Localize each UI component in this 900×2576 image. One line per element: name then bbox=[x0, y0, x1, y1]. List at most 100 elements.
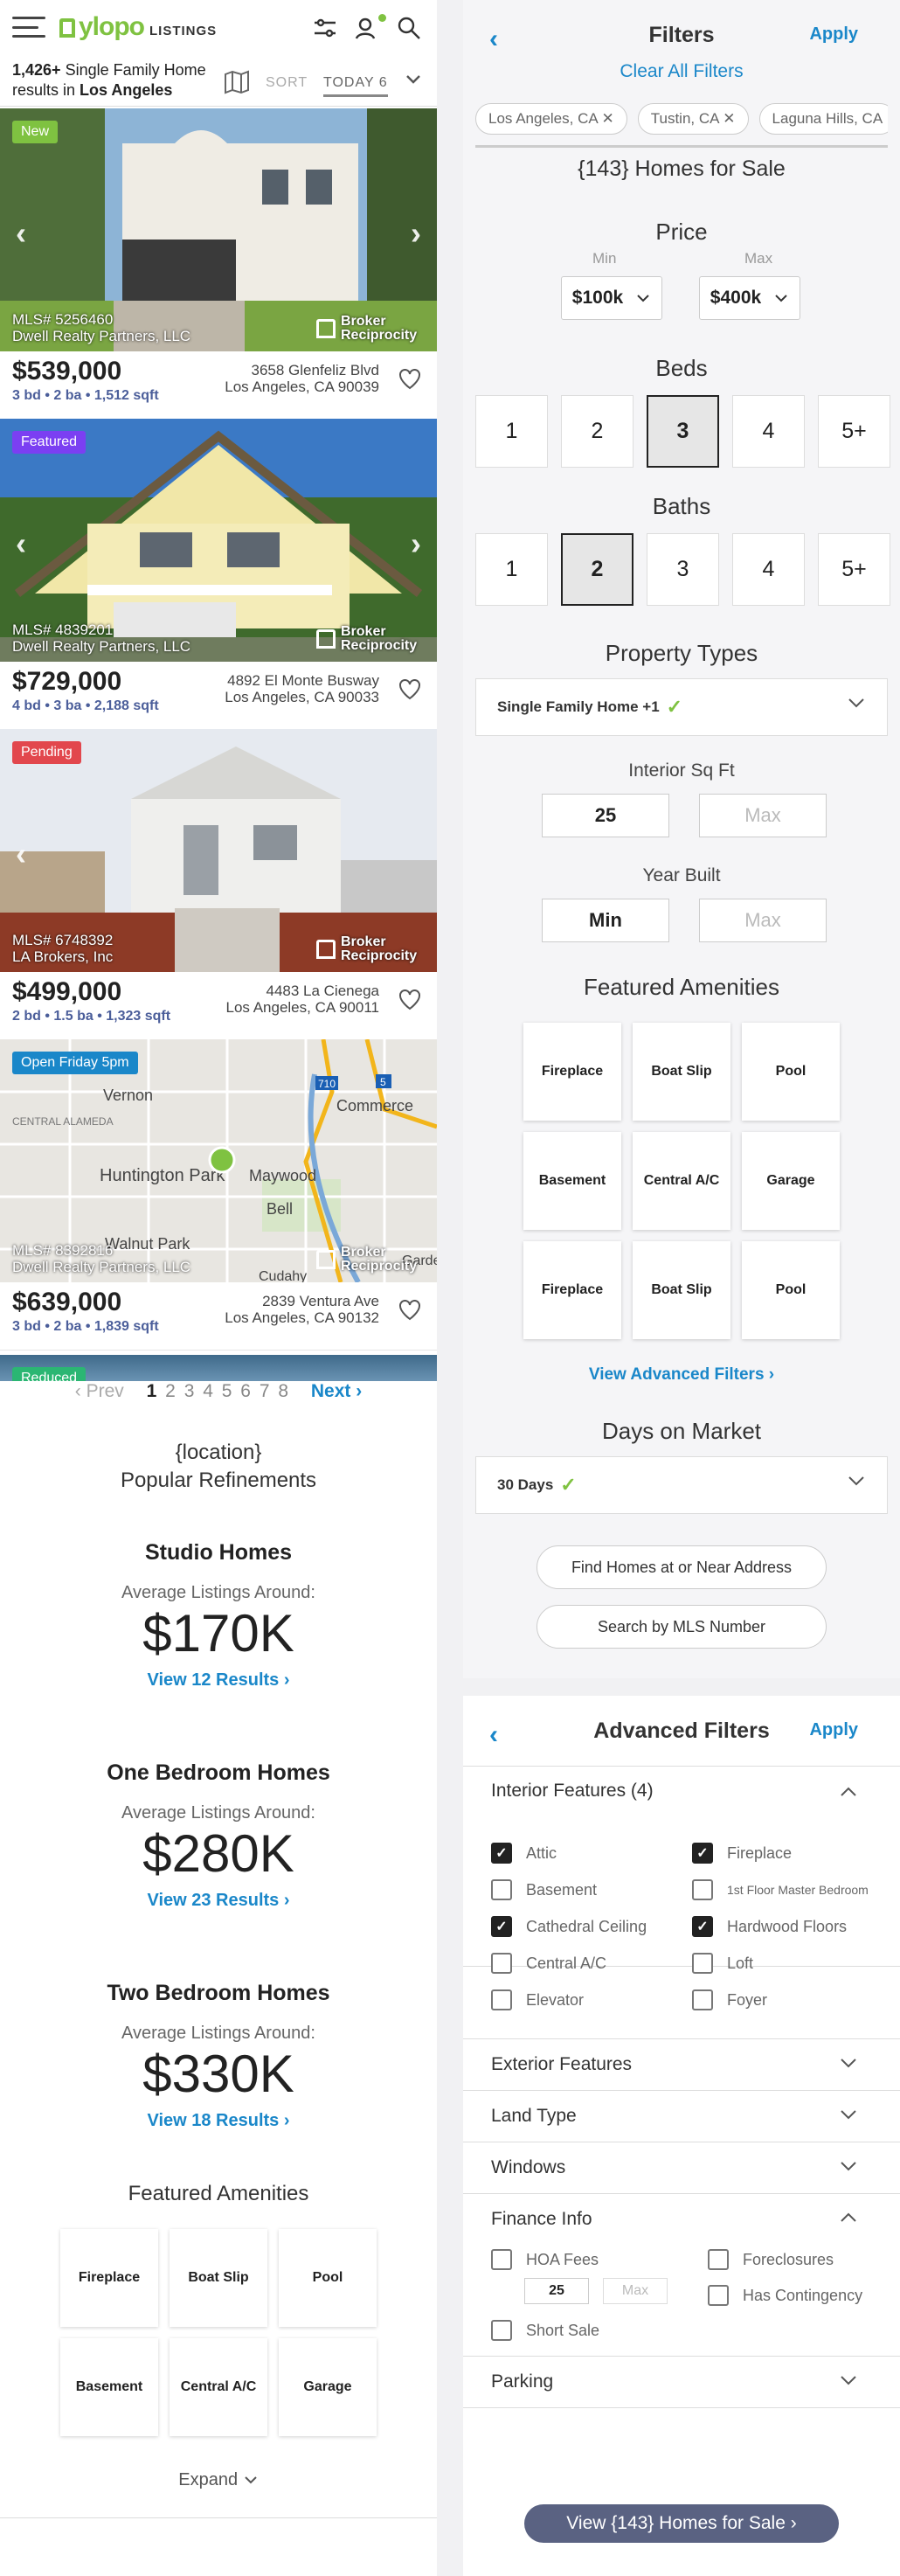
listing-card[interactable]: Featured ‹ › MLS# 4839201 Dwell Realty Pa… bbox=[0, 419, 437, 730]
beds-option[interactable]: 2 bbox=[561, 395, 633, 468]
next-photo-icon[interactable]: › bbox=[411, 525, 421, 562]
location-chip[interactable]: Tustin, CA ✕ bbox=[637, 103, 749, 135]
hoa-max-input[interactable]: Max bbox=[603, 2278, 668, 2304]
apply-button[interactable]: Apply bbox=[809, 1720, 858, 1740]
checkbox-1st-floor-master[interactable]: 1st Floor Master Bedroom bbox=[692, 1879, 869, 1900]
page-link[interactable]: 5 bbox=[222, 1381, 232, 1401]
amenity-tile[interactable]: Basement bbox=[523, 1132, 621, 1230]
amenity-tile[interactable]: Boat Slip bbox=[633, 1023, 730, 1121]
chevron-down-icon[interactable] bbox=[405, 73, 422, 86]
prev-page-link[interactable]: ‹ Prev bbox=[75, 1381, 124, 1401]
checkbox-foreclosures[interactable]: Foreclosures bbox=[708, 2249, 834, 2270]
checkbox-elevator[interactable]: Elevator bbox=[491, 1989, 584, 2010]
amenity-tile[interactable]: Boat Slip bbox=[633, 1241, 730, 1339]
listing-photo[interactable]: Pending ‹ MLS# 6748392 LA Brokers, Inc Br… bbox=[0, 729, 437, 972]
year-max-input[interactable]: Max bbox=[699, 899, 827, 942]
page-link[interactable]: 7 bbox=[260, 1381, 270, 1401]
finance-info-title[interactable]: Finance Info bbox=[491, 2209, 592, 2230]
advanced-filters-link[interactable]: View Advanced Filters › bbox=[463, 1365, 900, 1385]
listing-card-partial[interactable]: Reduced bbox=[0, 1355, 437, 1381]
days-on-market-select[interactable]: 30 Days ✓ bbox=[475, 1456, 888, 1514]
amenity-tile[interactable]: Garage bbox=[279, 2338, 377, 2436]
prev-photo-icon[interactable]: ‹ bbox=[16, 836, 26, 872]
checkbox-basement[interactable]: Basement bbox=[491, 1879, 597, 1900]
page-link[interactable]: 2 bbox=[165, 1381, 176, 1401]
location-chip[interactable]: Los Angeles, CA ✕ bbox=[475, 103, 627, 135]
amenity-tile[interactable]: Pool bbox=[742, 1023, 840, 1121]
amenity-tile[interactable]: Fireplace bbox=[523, 1023, 621, 1121]
menu-icon[interactable] bbox=[12, 17, 45, 38]
hoa-min-input[interactable]: 25 bbox=[524, 2278, 589, 2304]
find-address-button[interactable]: Find Homes at or Near Address bbox=[537, 1545, 827, 1589]
baths-option[interactable]: 1 bbox=[475, 533, 548, 606]
property-types-select[interactable]: Single Family Home +1 ✓ bbox=[475, 678, 888, 736]
checkbox-hoa-fees[interactable]: HOA Fees bbox=[491, 2249, 599, 2270]
checkbox-short-sale[interactable]: Short Sale bbox=[491, 2320, 599, 2341]
user-icon[interactable] bbox=[355, 16, 379, 40]
checkbox-foyer[interactable]: Foyer bbox=[692, 1989, 767, 2010]
listing-card[interactable]: Vernon CENTRAL ALAMEDA Commerce Huntingt… bbox=[0, 1039, 437, 1350]
map-pin-icon[interactable] bbox=[208, 1146, 236, 1174]
listing-card[interactable]: Pending ‹ MLS# 6748392 LA Brokers, Inc Br… bbox=[0, 729, 437, 1040]
refinement-link[interactable]: View 12 Results › bbox=[0, 1670, 437, 1691]
filter-sliders-icon[interactable] bbox=[313, 16, 337, 40]
windows-section[interactable]: Windows bbox=[463, 2142, 900, 2194]
apply-button[interactable]: Apply bbox=[809, 24, 858, 45]
refinement-link[interactable]: View 23 Results › bbox=[0, 1891, 437, 1911]
amenity-tile[interactable]: Central A/C bbox=[170, 2338, 267, 2436]
location-chip[interactable]: Laguna Hills, CA bbox=[758, 103, 888, 135]
next-photo-icon[interactable]: › bbox=[411, 215, 421, 252]
interior-features-title[interactable]: Interior Features (4) bbox=[491, 1781, 654, 1802]
heart-icon[interactable] bbox=[398, 989, 421, 1010]
checkbox-fireplace[interactable]: ✓ Fireplace bbox=[692, 1843, 792, 1864]
amenity-tile[interactable]: Pool bbox=[742, 1241, 840, 1339]
checkbox-cathedral-ceiling[interactable]: ✓ Cathedral Ceiling bbox=[491, 1916, 647, 1937]
back-chevron-icon[interactable]: ‹ bbox=[489, 1720, 498, 1750]
page-link[interactable]: 1 bbox=[147, 1381, 157, 1401]
beds-option[interactable]: 3 bbox=[647, 395, 719, 468]
sqft-min-input[interactable]: 25 bbox=[542, 794, 669, 837]
page-link[interactable]: 6 bbox=[240, 1381, 251, 1401]
logo[interactable]: ylopo LISTINGS bbox=[59, 12, 217, 42]
exterior-features-section[interactable]: Exterior Features bbox=[463, 2039, 900, 2091]
next-page-link[interactable]: Next › bbox=[311, 1381, 362, 1401]
heart-icon[interactable] bbox=[398, 679, 421, 700]
baths-option[interactable]: 3 bbox=[647, 533, 719, 606]
amenity-tile[interactable]: Basement bbox=[60, 2338, 158, 2436]
heart-icon[interactable] bbox=[398, 369, 421, 390]
chevron-up-icon[interactable] bbox=[839, 1786, 858, 1798]
amenity-tile[interactable]: Central A/C bbox=[633, 1132, 730, 1230]
page-link[interactable]: 3 bbox=[184, 1381, 195, 1401]
back-chevron-icon[interactable]: ‹ bbox=[489, 24, 498, 54]
checkbox-has-contingency[interactable]: Has Contingency bbox=[708, 2285, 862, 2306]
baths-option[interactable]: 5+ bbox=[818, 533, 890, 606]
chevron-up-icon[interactable] bbox=[839, 2211, 858, 2224]
search-mls-button[interactable]: Search by MLS Number bbox=[537, 1605, 827, 1649]
price-max-select[interactable]: $400k bbox=[699, 276, 800, 320]
refinement-link[interactable]: View 18 Results › bbox=[0, 2111, 437, 2131]
checkbox-hardwood-floors[interactable]: ✓ Hardwood Floors bbox=[692, 1916, 847, 1937]
beds-option[interactable]: 4 bbox=[732, 395, 805, 468]
prev-photo-icon[interactable]: ‹ bbox=[16, 525, 26, 562]
prev-photo-icon[interactable]: ‹ bbox=[16, 215, 26, 252]
land-type-section[interactable]: Land Type bbox=[463, 2091, 900, 2142]
baths-option[interactable]: 2 bbox=[561, 533, 633, 606]
sqft-max-input[interactable]: Max bbox=[699, 794, 827, 837]
page-link[interactable]: 4 bbox=[203, 1381, 213, 1401]
sort-select[interactable]: TODAY 6 bbox=[323, 75, 388, 97]
close-icon[interactable]: ✕ bbox=[602, 110, 614, 127]
beds-option[interactable]: 5+ bbox=[818, 395, 890, 468]
checkbox-loft[interactable]: Loft bbox=[692, 1953, 753, 1974]
checkbox-central-ac[interactable]: Central A/C bbox=[491, 1953, 606, 1974]
price-min-select[interactable]: $100k bbox=[561, 276, 662, 320]
expand-button[interactable]: Expand bbox=[0, 2470, 437, 2490]
amenity-tile[interactable]: Pool bbox=[279, 2229, 377, 2327]
close-icon[interactable]: ✕ bbox=[723, 110, 735, 127]
view-homes-button[interactable]: View {143} Homes for Sale › bbox=[524, 2504, 839, 2543]
page-link[interactable]: 8 bbox=[278, 1381, 288, 1401]
heart-icon[interactable] bbox=[398, 1300, 421, 1321]
amenity-tile[interactable]: Boat Slip bbox=[170, 2229, 267, 2327]
baths-option[interactable]: 4 bbox=[732, 533, 805, 606]
listing-card[interactable]: New ‹ › MLS# 5256460 Dwell Realty Partner… bbox=[0, 108, 437, 420]
checkbox-attic[interactable]: ✓ Attic bbox=[491, 1843, 557, 1864]
